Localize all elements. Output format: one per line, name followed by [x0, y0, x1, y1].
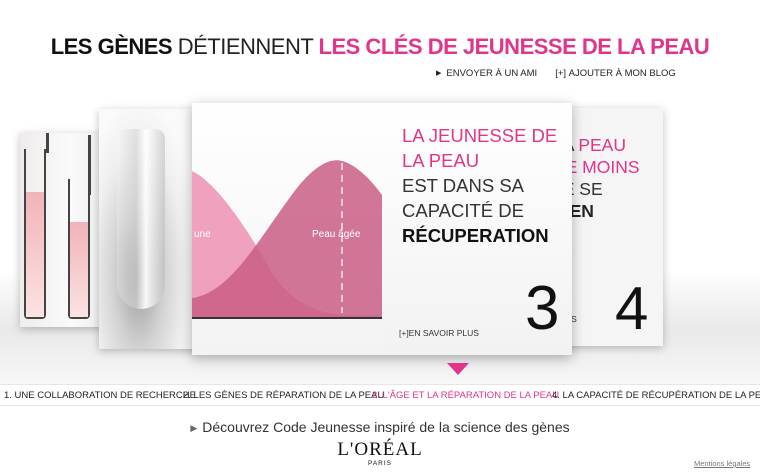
share-links: ▶ ENVOYER À UN AMI [+] AJOUTER À MON BLOG — [436, 68, 676, 79]
active-slide-pointer-icon — [447, 363, 469, 375]
card-3-line-4: CAPACITÉ DE — [402, 200, 524, 221]
pipette-icon — [88, 135, 91, 195]
add-to-blog-prefix[interactable]: [+] — [555, 68, 566, 79]
play-arrow-icon: ▶ — [190, 423, 198, 433]
discover-link[interactable]: ▶ Découvrez Code Jeunesse inspiré de la s… — [0, 419, 760, 435]
nav-item-1[interactable]: 1. UNE COLLABORATION DE RECHERCHE — [4, 390, 196, 401]
card-4-line-1b: PEAU — [578, 135, 626, 155]
page: LES GÈNES DÉTIENNENT LES CLÉS DE JEUNESS… — [0, 0, 760, 475]
skin-repair-curve-chart: une Peau âgée — [192, 103, 382, 355]
send-to-friend-link[interactable]: ENVOYER À UN AMI — [446, 68, 537, 79]
play-arrow-icon: ▶ — [436, 70, 442, 77]
card-3-line-3: EST DANS SA — [402, 175, 525, 196]
nav-item-2[interactable]: 2. LES GÈNES DE RÉPARATION DE LA PEAU — [183, 390, 384, 401]
card-3-line-5: RÉCUPERATION — [402, 225, 549, 246]
card-3-text: LA JEUNESSE DE LA PEAU EST DANS SA CAPAC… — [402, 123, 572, 248]
chart-label-aged: Peau âgée — [312, 229, 361, 240]
add-to-blog-link[interactable]: AJOUTER À MON BLOG — [569, 68, 676, 79]
flask-image — [117, 129, 165, 309]
chapter-nav: 1. UNE COLLABORATION DE RECHERCHE 2. LES… — [0, 384, 760, 406]
card-4-line-4b: EN — [569, 201, 594, 221]
logo-city: PARIS — [367, 460, 393, 467]
test-tube-icon — [24, 149, 46, 319]
chart-label-young: une — [194, 229, 211, 240]
carousel-card-2[interactable] — [99, 109, 199, 349]
headline-part-3: LES CLÉS DE JEUNESSE DE LA PEAU — [318, 34, 710, 59]
card-3-line-1: LA JEUNESSE DE — [402, 125, 558, 146]
loreal-logo[interactable]: L'ORÉAL PARIS — [330, 439, 430, 468]
card-3-line-2: LA PEAU — [402, 150, 480, 171]
carousel-card-1[interactable] — [20, 133, 104, 327]
legal-notice-link[interactable]: Mentions légales — [694, 459, 750, 468]
test-tube-icon — [68, 179, 90, 319]
page-headline: LES GÈNES DÉTIENNENT LES CLÉS DE JEUNESS… — [0, 34, 760, 60]
carousel-card-current: une Peau âgée LA JEUNESSE DE LA PEAU EST… — [192, 103, 572, 355]
discover-text: Découvrez Code Jeunesse inspiré de la sc… — [202, 419, 570, 435]
card-4-number: 4 — [615, 275, 649, 342]
headline-part-1: LES GÈNES — [50, 34, 173, 59]
learn-more-link[interactable]: [+]EN SAVOIR PLUS — [399, 328, 479, 338]
pipette-icon — [46, 133, 49, 153]
nav-item-3[interactable]: 3. L'ÂGE ET LA RÉPARATION DE LA PEAU — [372, 390, 559, 401]
logo-brand: L'ORÉAL — [337, 439, 423, 460]
card-3-number: 3 — [525, 274, 560, 343]
headline-part-2: DÉTIENNENT — [177, 34, 314, 59]
nav-item-4[interactable]: 4. LA CAPACITÉ DE RÉCUPÉRATION DE LA PEA… — [552, 390, 760, 401]
